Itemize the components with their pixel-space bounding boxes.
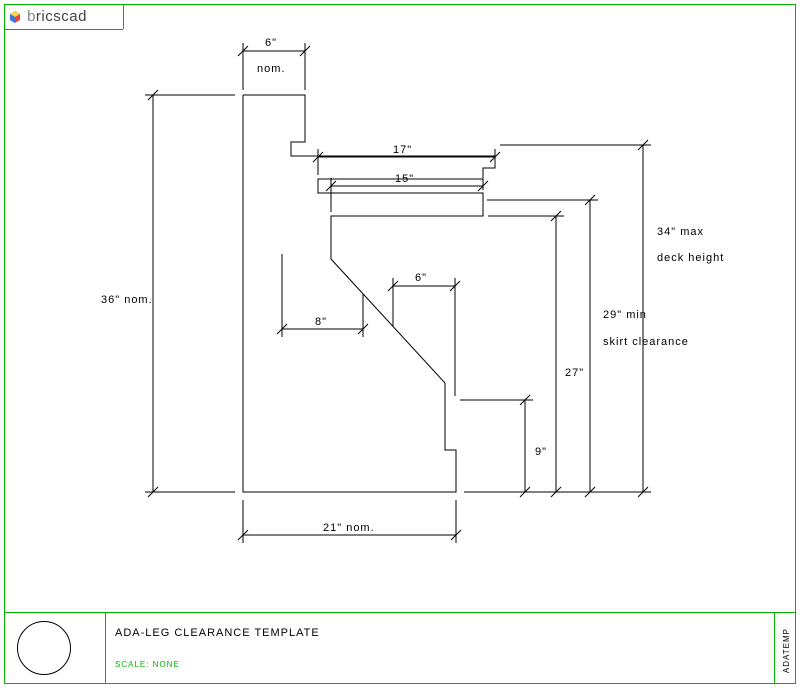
titleblock-divider-1 bbox=[105, 613, 106, 683]
dim-d8-label: 8" bbox=[315, 316, 327, 328]
dim-h36: 36" nom. bbox=[101, 90, 235, 497]
dim-top-6: 6" nom. bbox=[238, 37, 310, 90]
dim-d8: 8" bbox=[277, 254, 368, 337]
drawing-ref: ADATEMP bbox=[782, 628, 791, 673]
dim-w21: 21" nom. bbox=[238, 500, 461, 543]
titleblock-symbol-circle bbox=[17, 621, 71, 675]
dim-h27-label: 27" bbox=[565, 367, 584, 379]
profile-outline bbox=[243, 95, 495, 492]
dim-h36-label: 36" nom. bbox=[101, 294, 153, 306]
dim-h29-label: 29" min bbox=[603, 309, 647, 321]
dim-d17: 17" bbox=[313, 144, 500, 175]
dim-d17-label: 17" bbox=[393, 144, 412, 156]
dim-h34: 34" max deck height bbox=[464, 140, 724, 497]
dim-d6-label: 6" bbox=[415, 272, 427, 284]
dim-h29: 29" min skirt clearance bbox=[487, 195, 689, 497]
drawing-frame: bbricscadricscad 6" nom. 36" nom. bbox=[4, 4, 796, 684]
dim-top-6-sub: nom. bbox=[257, 63, 285, 75]
dim-h34-sub: deck height bbox=[657, 252, 724, 264]
dim-d15-label: 15" bbox=[395, 173, 414, 185]
drawing-scale: SCALE: NONE bbox=[115, 660, 180, 669]
titleblock-divider-2 bbox=[774, 613, 775, 683]
dim-top-6-label: 6" bbox=[265, 37, 277, 49]
drawing-title: ADA-LEG CLEARANCE TEMPLATE bbox=[115, 627, 320, 639]
dim-h9: 9" bbox=[460, 395, 547, 497]
dim-h29-sub: skirt clearance bbox=[603, 336, 689, 348]
dim-d6: 6" bbox=[388, 272, 460, 396]
dim-h34-label: 34" max bbox=[657, 226, 704, 238]
technical-drawing: 6" nom. 36" nom. 17" 15 bbox=[5, 5, 795, 613]
dim-h9-label: 9" bbox=[535, 446, 547, 458]
dim-w21-label: 21" nom. bbox=[323, 522, 375, 534]
titleblock-top-rule bbox=[5, 612, 795, 613]
